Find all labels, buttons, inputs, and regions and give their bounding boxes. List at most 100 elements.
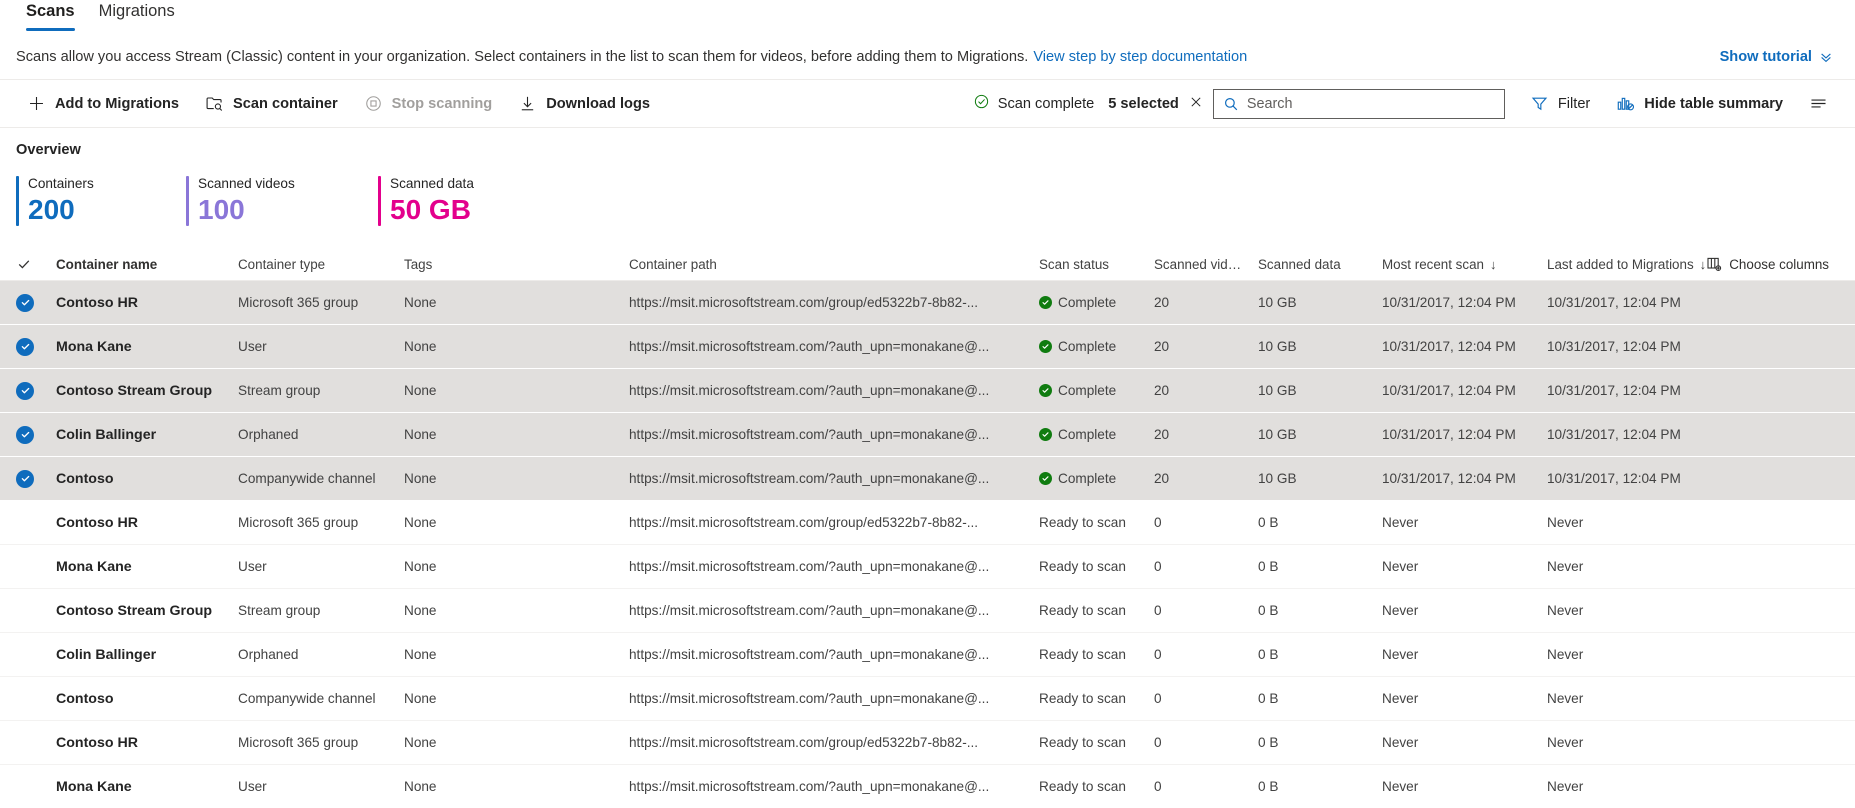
- cell-added: Never: [1547, 735, 1839, 750]
- cell-path: https://msit.microsoftstream.com/?auth_u…: [629, 691, 1039, 706]
- show-tutorial-label: Show tutorial: [1720, 49, 1812, 65]
- cell-status-label: Ready to scan: [1039, 559, 1126, 574]
- col-header-tags[interactable]: Tags: [404, 257, 629, 272]
- cell-type: Orphaned: [238, 647, 404, 662]
- checked-circle-icon: [16, 382, 34, 400]
- col-header-last-added-label: Last added to Migrations: [1547, 257, 1694, 272]
- table-row[interactable]: Mona KaneUserNonehttps://msit.microsofts…: [0, 765, 1855, 808]
- cell-type: Companywide channel: [238, 471, 404, 486]
- list-options-button[interactable]: [1796, 87, 1841, 121]
- stat-scanned-data-value: 50 GB: [390, 194, 474, 226]
- cell-added: Never: [1547, 559, 1839, 574]
- checkmark-icon: [16, 256, 32, 272]
- table-row[interactable]: Mona KaneUserNonehttps://msit.microsofts…: [0, 325, 1855, 369]
- cell-added: Never: [1547, 691, 1839, 706]
- tab-migrations-label: Migrations: [99, 2, 175, 20]
- cell-name: Colin Ballinger: [56, 427, 238, 443]
- tab-scans-label: Scans: [26, 2, 75, 20]
- tab-migrations[interactable]: Migrations: [87, 0, 187, 31]
- success-circle-icon: [1039, 340, 1052, 353]
- success-circle-icon: [1039, 296, 1052, 309]
- table-row[interactable]: Contoso HRMicrosoft 365 groupNonehttps:/…: [0, 501, 1855, 545]
- row-checkbox[interactable]: [16, 470, 56, 488]
- cell-name: Mona Kane: [56, 339, 238, 355]
- filter-button[interactable]: Filter: [1517, 87, 1603, 121]
- scan-container-button[interactable]: Scan container: [192, 87, 351, 121]
- cell-status-label: Complete: [1058, 339, 1116, 354]
- col-header-scanned-videos[interactable]: Scanned videos: [1154, 257, 1258, 272]
- cell-videos: 20: [1154, 471, 1258, 486]
- add-to-migrations-button[interactable]: Add to Migrations: [14, 87, 192, 121]
- cell-type: Orphaned: [238, 427, 404, 442]
- cell-tags: None: [404, 295, 629, 310]
- command-bar-right-group: Filter Hide table summary: [1505, 87, 1841, 121]
- table-row[interactable]: Contoso Stream GroupStream groupNonehttp…: [0, 369, 1855, 413]
- table-row[interactable]: Colin BallingerOrphanedNonehttps://msit.…: [0, 413, 1855, 457]
- select-all-checkbox[interactable]: [16, 256, 56, 272]
- search-box[interactable]: [1213, 89, 1505, 119]
- stat-containers-label: Containers: [28, 176, 94, 193]
- download-logs-label: Download logs: [546, 96, 650, 112]
- plus-icon: [27, 94, 46, 113]
- row-checkbox[interactable]: [16, 426, 56, 444]
- cell-added: Never: [1547, 603, 1839, 618]
- tab-scans[interactable]: Scans: [14, 0, 87, 31]
- documentation-link[interactable]: View step by step documentation: [1033, 49, 1247, 65]
- col-header-container-path[interactable]: Container path: [629, 257, 1039, 272]
- cell-name: Contoso Stream Group: [56, 603, 238, 619]
- table-row[interactable]: Mona KaneUserNonehttps://msit.microsofts…: [0, 545, 1855, 589]
- cell-status-label: Complete: [1058, 383, 1116, 398]
- hide-table-summary-label: Hide table summary: [1644, 96, 1783, 112]
- cell-tags: None: [404, 471, 629, 486]
- cell-videos: 20: [1154, 339, 1258, 354]
- cell-name: Contoso Stream Group: [56, 383, 238, 399]
- chart-hide-icon: [1616, 94, 1635, 113]
- hide-table-summary-button[interactable]: Hide table summary: [1603, 87, 1796, 121]
- col-header-scan-status[interactable]: Scan status: [1039, 257, 1154, 272]
- cell-data: 0 B: [1258, 691, 1382, 706]
- col-header-most-recent-scan[interactable]: Most recent scan↓: [1382, 257, 1547, 272]
- cell-path: https://msit.microsoftstream.com/?auth_u…: [629, 603, 1039, 618]
- cell-status: Complete: [1039, 295, 1154, 310]
- cell-videos: 20: [1154, 427, 1258, 442]
- table-row[interactable]: ContosoCompanywide channelNonehttps://ms…: [0, 457, 1855, 501]
- stat-scanned-videos: Scanned videos 100: [186, 176, 378, 226]
- download-logs-button[interactable]: Download logs: [505, 87, 663, 121]
- search-input[interactable]: [1247, 96, 1495, 112]
- cell-status: Ready to scan: [1039, 779, 1154, 794]
- table-row[interactable]: Colin BallingerOrphanedNonehttps://msit.…: [0, 633, 1855, 677]
- cell-status-label: Ready to scan: [1039, 603, 1126, 618]
- cell-status: Ready to scan: [1039, 603, 1154, 618]
- show-tutorial-button[interactable]: Show tutorial: [1720, 49, 1839, 65]
- table-row[interactable]: Contoso HRMicrosoft 365 groupNonehttps:/…: [0, 721, 1855, 765]
- cell-added: Never: [1547, 647, 1839, 662]
- col-header-scanned-data[interactable]: Scanned data: [1258, 257, 1382, 272]
- cell-data: 0 B: [1258, 515, 1382, 530]
- choose-columns-label: Choose columns: [1729, 257, 1829, 272]
- col-header-last-added[interactable]: Last added to Migrations↓ Choose columns: [1547, 256, 1839, 272]
- cell-recent: Never: [1382, 779, 1547, 794]
- col-header-container-name[interactable]: Container name: [56, 257, 238, 272]
- cell-tags: None: [404, 647, 629, 662]
- table-row[interactable]: Contoso Stream GroupStream groupNonehttp…: [0, 589, 1855, 633]
- cell-data: 10 GB: [1258, 295, 1382, 310]
- row-checkbox[interactable]: [16, 338, 56, 356]
- command-bar: Add to Migrations Scan container Stop sc…: [0, 80, 1855, 128]
- containers-table: Container name Container type Tags Conta…: [0, 248, 1855, 808]
- row-checkbox[interactable]: [16, 294, 56, 312]
- table-row[interactable]: Contoso HRMicrosoft 365 groupNonehttps:/…: [0, 281, 1855, 325]
- cell-data: 10 GB: [1258, 471, 1382, 486]
- cell-recent: 10/31/2017, 12:04 PM: [1382, 339, 1547, 354]
- row-checkbox[interactable]: [16, 382, 56, 400]
- stat-scanned-videos-label: Scanned videos: [198, 176, 295, 193]
- stop-scanning-button: Stop scanning: [351, 87, 506, 121]
- choose-columns-button[interactable]: Choose columns: [1706, 256, 1829, 272]
- cell-type: User: [238, 779, 404, 794]
- selection-count-chip[interactable]: 5 selected: [1108, 95, 1213, 113]
- close-icon[interactable]: [1189, 95, 1203, 113]
- funnel-icon: [1530, 94, 1549, 113]
- stat-scanned-data-label: Scanned data: [390, 176, 474, 193]
- overview-section: Overview Containers 200 Scanned videos 1…: [0, 128, 1855, 226]
- col-header-container-type[interactable]: Container type: [238, 257, 404, 272]
- table-row[interactable]: ContosoCompanywide channelNonehttps://ms…: [0, 677, 1855, 721]
